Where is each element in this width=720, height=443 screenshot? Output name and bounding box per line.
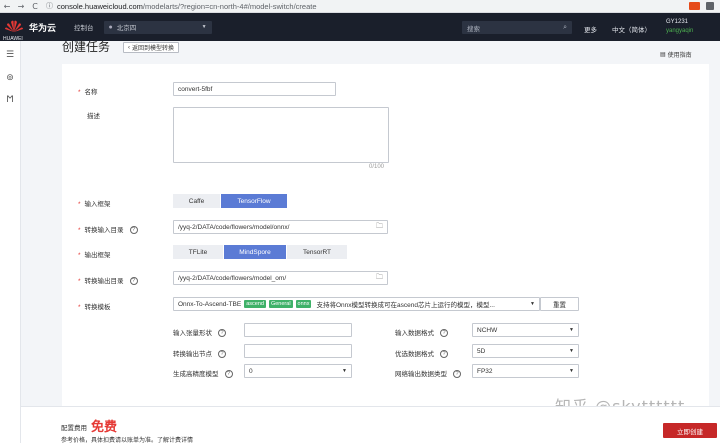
name-label: * 名称 — [78, 89, 98, 96]
url-path: /modelarts/?region=cn-north-4#/model-swi… — [142, 1, 317, 11]
help-icon[interactable]: ? — [440, 350, 448, 359]
pricing-note[interactable]: 参考价格，具体扣费请以账单为准。了解计费详情 — [61, 435, 193, 443]
output-framework-label: * 输出框架 — [78, 252, 111, 259]
tag-ascend: ascend — [244, 300, 266, 308]
back-to-model-conversion-button[interactable]: ‹ 返回到模型转换 — [123, 42, 180, 53]
folder-icon[interactable]: 🗀 — [376, 273, 383, 284]
output-framework-option-tensorrt[interactable]: TensorRT — [287, 245, 348, 259]
address-bar[interactable]: console.huaweicloud.com/modelarts/?regio… — [57, 2, 689, 11]
top-header: HUAWEI 华为云 控制台 ● 北京四 ▼ 搜索 ⌕ 更多 中文（简体） GY… — [0, 13, 720, 42]
input-framework-option-tensorflow[interactable]: TensorFlow — [221, 194, 288, 208]
extension-icon[interactable] — [689, 2, 700, 10]
help-icon[interactable]: ? — [440, 329, 448, 338]
output-dir-field[interactable]: /yyq-2/DATA/code/flowers/model_om/ 🗀 — [173, 271, 388, 285]
forward-arrow-icon[interactable]: → — [14, 2, 28, 11]
site-info-icon[interactable]: ⓘ — [46, 1, 53, 11]
net-output-select[interactable]: FP32 ▼ — [472, 364, 579, 378]
page-title: 创建任务 — [62, 40, 111, 54]
search-input[interactable]: 搜索 ⌕ — [462, 21, 572, 34]
language-selector[interactable]: 中文（简体） — [612, 24, 651, 34]
hamburger-menu-icon[interactable]: ☰ — [4, 50, 16, 60]
help-icon[interactable]: ? — [218, 329, 226, 338]
back-arrow-icon[interactable]: ← — [0, 2, 14, 11]
input-framework-label: * 输入框架 — [78, 201, 111, 208]
output-dir-value: /yyq-2/DATA/code/flowers/model_om/ — [178, 274, 287, 282]
back-button-label: 返回到模型转换 — [132, 46, 175, 52]
chevron-down-icon: ▼ — [569, 368, 574, 374]
input-framework-option-caffe[interactable]: Caffe — [173, 194, 221, 208]
help-icon[interactable]: ? — [129, 277, 138, 286]
location-pin-icon: ● — [108, 23, 113, 31]
fee-value: 免费 — [91, 419, 118, 434]
input-format-label: 输入数据格式? — [395, 327, 448, 338]
help-icon[interactable]: ? — [453, 370, 461, 379]
create-now-button[interactable]: 立即创建 — [663, 423, 717, 438]
chevron-down-icon: ▼ — [530, 301, 535, 307]
user-guide-link[interactable]: ▤ 使用指南 — [660, 50, 692, 59]
fee-label: 配置费用 — [61, 425, 87, 432]
menu-icon[interactable] — [706, 2, 714, 10]
console-link[interactable]: 控制台 — [74, 22, 94, 32]
description-counter: 0/100 — [369, 164, 385, 170]
form-card: * 名称 convert-5fbf 描述 0/100 * 输入框架 Caffe Te… — [62, 64, 709, 406]
description-textarea[interactable] — [173, 107, 389, 163]
name-field[interactable]: convert-5fbf — [173, 82, 336, 96]
name-value: convert-5fbf — [178, 85, 213, 93]
brand-name[interactable]: 华为云 — [29, 21, 56, 34]
chevron-down-icon: ▼ — [569, 327, 574, 333]
output-framework-option-mindspore[interactable]: MindSpore — [224, 245, 287, 259]
region-label: 北京四 — [116, 25, 137, 32]
help-icon[interactable]: ? — [218, 350, 226, 359]
output-framework-option-tflite[interactable]: TFLite — [173, 245, 224, 259]
user-guide-label: 使用指南 — [667, 53, 692, 59]
document-icon: ▤ — [660, 52, 666, 58]
template-description: 支持将Onnx模型转换成可在ascend芯片上运行的模型，模型... — [316, 302, 495, 309]
template-select[interactable]: Onnx-To-Ascend-TBE ascend General onnx 支… — [173, 297, 540, 311]
input-shape-field[interactable] — [244, 323, 352, 337]
browser-toolbar: ← → C ⓘ console.huaweicloud.com/modelart… — [0, 0, 720, 13]
input-dir-field[interactable]: /yyq-2/DATA/code/flowers/model/onnx/ 🗀 — [173, 220, 388, 234]
chevron-left-icon: ‹ — [128, 44, 130, 51]
output-nodes-label: 转换输出节点? — [173, 348, 226, 359]
search-placeholder: 搜索 — [467, 25, 480, 33]
reset-button[interactable]: 重置 — [540, 297, 579, 311]
help-icon[interactable]: ? — [224, 370, 233, 379]
modelarts-icon[interactable]: Ϻ — [4, 95, 16, 105]
footer-bar: 配置费用 免费 参考价格，具体扣费请以账单为准。了解计费详情 立即创建 — [21, 406, 720, 443]
input-format-select[interactable]: NCHW ▼ — [472, 323, 579, 337]
help-icon[interactable]: ? — [129, 226, 138, 235]
opt-format-label: 优选数据格式? — [395, 348, 448, 359]
user-account[interactable]: GY1231 yangyaqin — [666, 18, 693, 36]
folder-icon[interactable]: 🗀 — [376, 222, 383, 233]
input-shape-label: 输入张量形状? — [173, 327, 226, 338]
precision-select[interactable]: 0 ▼ — [244, 364, 352, 378]
region-selector[interactable]: ● 北京四 ▼ — [103, 20, 212, 34]
output-framework-selector: TFLite MindSpore TensorRT — [173, 245, 348, 259]
opt-format-select[interactable]: 5D ▼ — [472, 344, 579, 358]
input-framework-selector: Caffe TensorFlow — [173, 194, 288, 208]
input-dir-label: * 转换输入目录? — [78, 224, 138, 235]
account-id: GY1231 — [666, 19, 689, 25]
username: yangyaqin — [666, 28, 694, 34]
search-icon[interactable]: ⌕ — [563, 24, 567, 32]
precision-label: 生成高精度模型? — [173, 368, 233, 379]
tag-onnx: onnx — [295, 300, 312, 308]
description-label: 描述 — [87, 113, 100, 120]
output-dir-label: * 转换输出目录? — [78, 275, 138, 286]
output-nodes-field[interactable] — [244, 344, 352, 358]
more-menu[interactable]: 更多 — [584, 24, 597, 34]
chevron-down-icon: ▼ — [569, 348, 574, 354]
template-value: Onnx-To-Ascend-TBE — [178, 300, 242, 308]
input-dir-value: /yyq-2/DATA/code/flowers/model/onnx/ — [178, 223, 290, 231]
reload-icon[interactable]: C — [28, 2, 42, 11]
url-host: console.huaweicloud.com — [57, 1, 143, 11]
huawei-logo-icon[interactable]: HUAWEI — [3, 20, 23, 42]
chevron-down-icon: ▼ — [201, 24, 207, 30]
chevron-down-icon: ▼ — [342, 368, 347, 374]
left-sidebar: ☰ ⊚ Ϻ — [0, 41, 21, 443]
net-output-label: 网络输出数据类型? — [395, 368, 461, 379]
service-icon[interactable]: ⊚ — [4, 73, 16, 83]
template-label: * 转换模板 — [78, 304, 111, 311]
tag-general: General — [268, 300, 293, 308]
